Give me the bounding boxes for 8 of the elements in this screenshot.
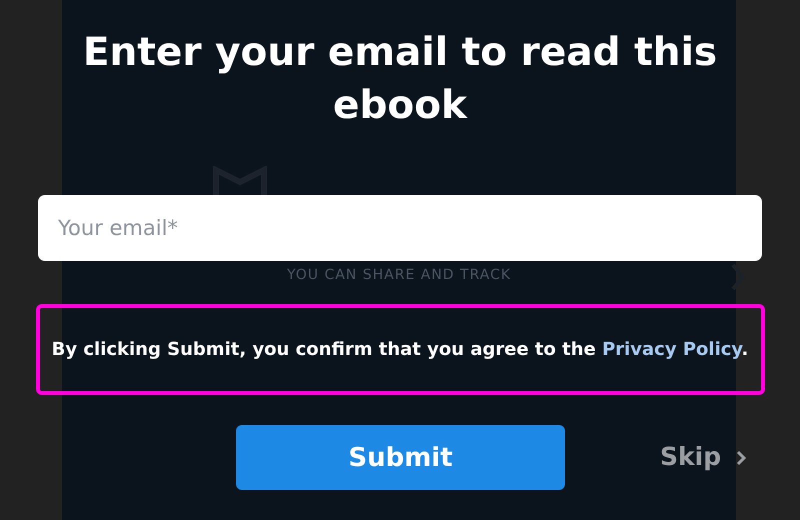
email-field[interactable]: Your email* xyxy=(38,195,762,261)
consent-text: By clicking Submit, you confirm that you agree to the Privacy Policy. xyxy=(52,338,748,362)
skip-link[interactable]: Skip xyxy=(660,442,722,471)
dialog-title: Enter your email to read this ebook xyxy=(82,29,718,130)
chevron-right-icon[interactable] xyxy=(735,449,747,467)
submit-button[interactable]: Submit xyxy=(236,425,565,490)
tagline: YOU CAN SHARE AND TRACK xyxy=(286,267,512,283)
privacy-policy-link[interactable]: Privacy Policy xyxy=(602,339,742,360)
